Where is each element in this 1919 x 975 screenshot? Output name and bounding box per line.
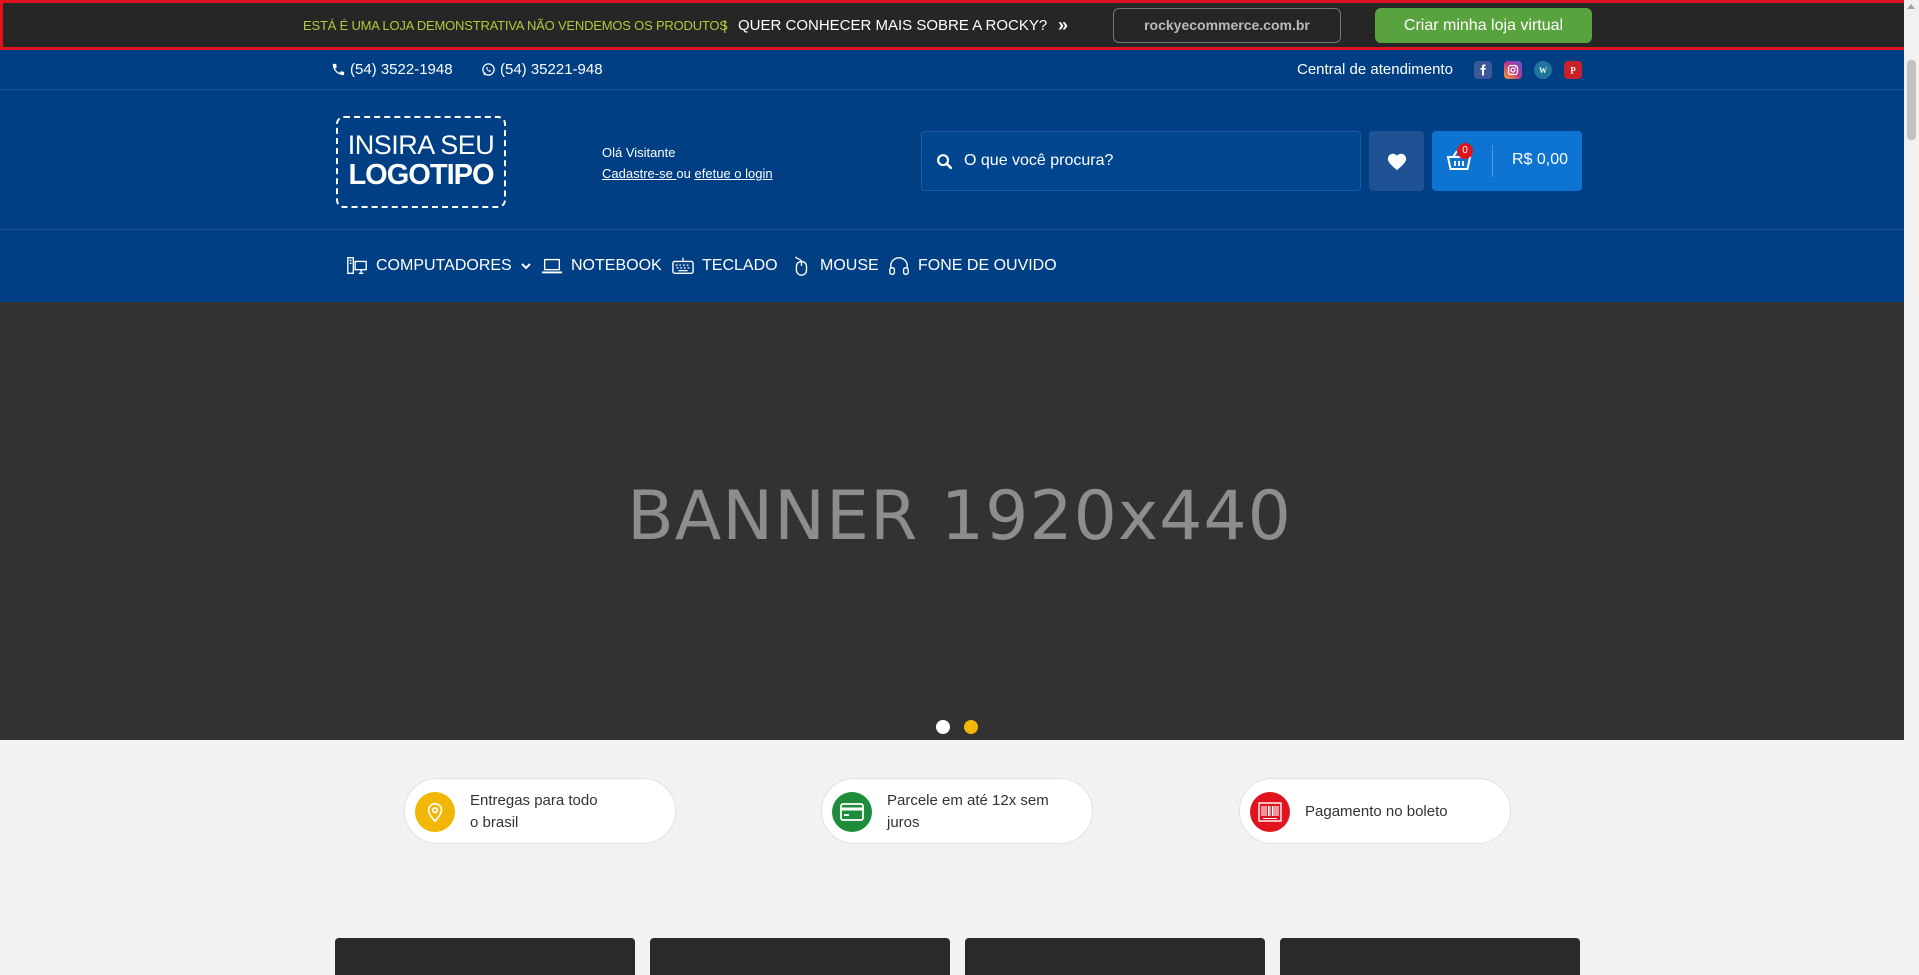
- nav-item-fone-de-ouvido[interactable]: FONE DE OUVIDO: [888, 255, 1057, 277]
- feature-line: Entregas para todo: [470, 792, 598, 809]
- register-link[interactable]: Cadastre-se: [602, 166, 676, 181]
- nav-label: TECLADO: [702, 257, 778, 274]
- feature-line: o brasil: [470, 814, 519, 831]
- phone-link[interactable]: (54) 3522-1948: [331, 61, 453, 78]
- topbar: (54) 3522-1948 (54) 35221-948 Central de…: [0, 50, 1919, 90]
- features-strip: Entregas para todo o brasil Parcele em a…: [0, 740, 1919, 882]
- slider-dot-1[interactable]: [936, 720, 950, 734]
- phone-number: (54) 3522-1948: [350, 61, 453, 78]
- demo-question: QUER CONHECER MAIS SOBRE A ROCKY?: [738, 17, 1048, 34]
- store-logo[interactable]: INSIRA SEU LOGOTIPO: [336, 116, 506, 208]
- keyboard-icon: [672, 257, 694, 275]
- visitor-greeting: Olá Visitante Cadastre-se ou efetue o lo…: [602, 142, 773, 184]
- facebook-icon[interactable]: [1474, 61, 1492, 79]
- feature-shipping: Entregas para todo o brasil: [404, 778, 676, 844]
- instagram-icon[interactable]: [1504, 61, 1522, 79]
- cart-button[interactable]: 0 R$ 0,00: [1432, 131, 1582, 191]
- demo-separator: |: [723, 17, 727, 33]
- double-chevron-right-icon[interactable]: »: [1058, 15, 1068, 36]
- demo-notice: ESTÁ É UMA LOJA DEMONSTRATIVA NÃO VENDEM…: [303, 18, 728, 33]
- wishlist-button[interactable]: [1369, 131, 1424, 191]
- product-card[interactable]: [335, 938, 635, 975]
- laptop-icon: [541, 258, 563, 274]
- feature-installments: Parcele em até 12x sem juros: [821, 778, 1093, 844]
- credit-card-icon: [832, 792, 872, 832]
- support-link[interactable]: Central de atendimento: [1297, 61, 1453, 78]
- feature-boleto: Pagamento no boleto: [1239, 778, 1511, 844]
- whatsapp-link[interactable]: (54) 35221-948: [481, 61, 603, 78]
- product-card[interactable]: [965, 938, 1265, 975]
- nav-item-teclado[interactable]: TECLADO: [672, 255, 778, 277]
- svg-text:W: W: [1539, 66, 1547, 75]
- page: ESTÁ É UMA LOJA DEMONSTRATIVA NÃO VENDEM…: [0, 0, 1919, 975]
- search-input[interactable]: [964, 132, 1344, 190]
- location-pin-icon: [415, 792, 455, 832]
- nav-label: MOUSE: [820, 257, 879, 274]
- greeting-text: Olá Visitante: [602, 145, 676, 160]
- whatsapp-icon: [482, 63, 495, 76]
- hero-banner[interactable]: BANNER 1920x440: [0, 302, 1919, 740]
- logo-line1: INSIRA SEU: [347, 130, 495, 160]
- nav-item-computadores[interactable]: COMPUTADORES: [346, 255, 532, 277]
- feature-text: Pagamento no boleto: [1305, 801, 1495, 823]
- phone-icon: [332, 63, 345, 76]
- category-nav: COMPUTADORES NOTEBOOK TECLADO MOUSE FONE…: [0, 230, 1919, 302]
- feature-text: Parcele em até 12x sem juros: [887, 790, 1077, 834]
- cart-divider: [1492, 145, 1493, 177]
- search-box: [921, 131, 1361, 191]
- chevron-down-icon: [521, 263, 531, 270]
- create-store-button[interactable]: Criar minha loja virtual: [1375, 8, 1592, 43]
- wordpress-icon[interactable]: W: [1534, 61, 1552, 79]
- scroll-up-arrow-icon[interactable]: [1907, 4, 1915, 9]
- nav-label: COMPUTADORES: [376, 257, 512, 274]
- product-section: [0, 882, 1919, 975]
- whatsapp-number: (54) 35221-948: [500, 61, 603, 78]
- mouse-icon: [794, 256, 808, 276]
- nav-item-notebook[interactable]: NOTEBOOK: [541, 255, 662, 277]
- feature-line: Pagamento no boleto: [1305, 803, 1448, 820]
- computer-icon: [347, 257, 367, 275]
- cart-total: R$ 0,00: [1512, 151, 1569, 168]
- or-text: ou: [676, 166, 691, 181]
- search-icon[interactable]: [936, 153, 953, 170]
- svg-text:P: P: [1570, 66, 1576, 76]
- feature-line: juros: [887, 814, 920, 831]
- cart-count-badge: 0: [1457, 143, 1473, 159]
- login-link[interactable]: efetue o login: [695, 166, 773, 181]
- slider-dot-2[interactable]: [964, 720, 978, 734]
- headphone-icon: [889, 257, 909, 275]
- nav-item-mouse[interactable]: MOUSE: [790, 255, 879, 277]
- nav-label: FONE DE OUVIDO: [918, 257, 1057, 274]
- demo-url-button[interactable]: rockyecommerce.com.br: [1113, 8, 1341, 43]
- product-card[interactable]: [650, 938, 950, 975]
- logo-line2: LOGOTIPO: [348, 159, 494, 191]
- product-card[interactable]: [1280, 938, 1580, 975]
- scrollbar-thumb[interactable]: [1907, 60, 1916, 140]
- demo-bar: ESTÁ É UMA LOJA DEMONSTRATIVA NÃO VENDEM…: [0, 0, 1919, 50]
- heart-icon: [1387, 153, 1406, 171]
- nav-label: NOTEBOOK: [571, 257, 662, 274]
- feature-line: Parcele em até 12x sem: [887, 792, 1049, 809]
- page-scrollbar[interactable]: [1904, 0, 1919, 975]
- feature-text: Entregas para todo o brasil: [470, 790, 660, 834]
- barcode-icon: [1250, 792, 1290, 832]
- banner-placeholder-text: BANNER 1920x440: [627, 477, 1292, 556]
- pinterest-icon[interactable]: P: [1564, 61, 1582, 79]
- header: INSIRA SEU LOGOTIPO Olá Visitante Cadast…: [0, 90, 1919, 230]
